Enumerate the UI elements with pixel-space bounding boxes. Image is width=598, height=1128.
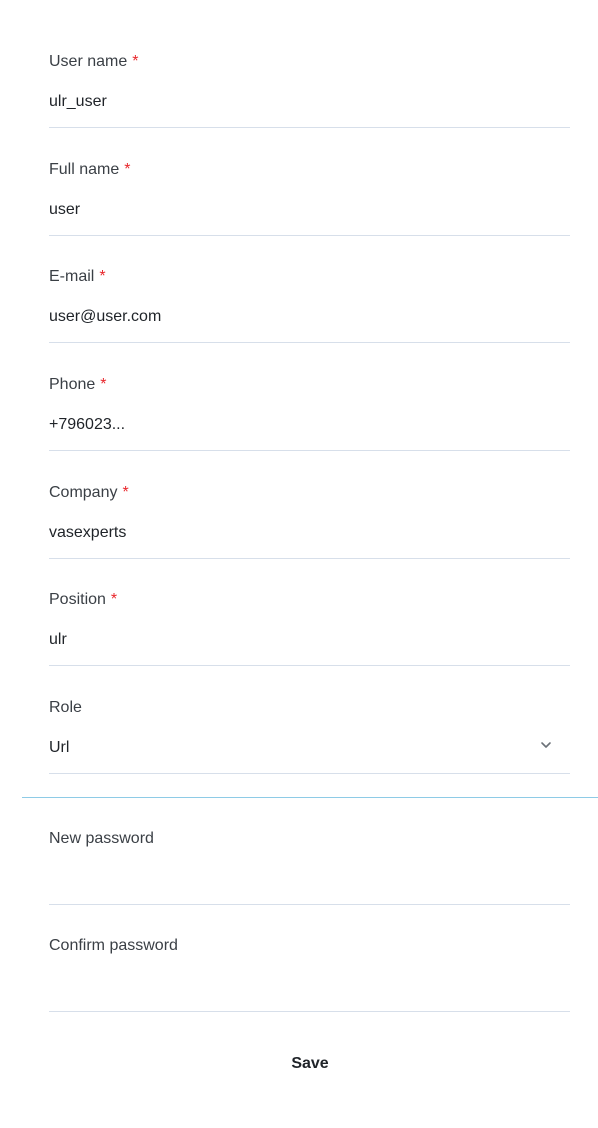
user-name-field[interactable]: User name * ulr_user bbox=[49, 52, 570, 128]
new-password-label: New password bbox=[49, 830, 154, 847]
company-value[interactable]: vasexperts bbox=[49, 523, 126, 543]
required-mark: * bbox=[124, 161, 131, 178]
confirm-password-input[interactable] bbox=[49, 970, 570, 1002]
position-label: Position * bbox=[49, 591, 118, 608]
user-name-value[interactable]: ulr_user bbox=[49, 92, 107, 112]
full-name-field[interactable]: Full name * user bbox=[49, 160, 570, 236]
required-mark: * bbox=[99, 268, 106, 285]
phone-field[interactable]: Phone * +796023... bbox=[49, 375, 570, 451]
confirm-password-field[interactable]: Confirm password bbox=[49, 936, 570, 1012]
new-password-field[interactable]: New password bbox=[49, 829, 570, 905]
phone-value[interactable]: +796023... bbox=[49, 415, 125, 435]
required-mark: * bbox=[122, 484, 129, 501]
user-profile-form: User name * ulr_user Full name * user E-ma… bbox=[0, 0, 598, 1128]
required-mark: * bbox=[100, 376, 107, 393]
required-mark: * bbox=[110, 591, 118, 608]
company-field[interactable]: Company * vasexperts bbox=[49, 483, 570, 559]
role-value[interactable]: Url bbox=[49, 738, 69, 758]
full-name-label: Full name * bbox=[49, 161, 131, 178]
required-mark: * bbox=[132, 53, 139, 70]
company-label: Company * bbox=[49, 484, 129, 501]
email-label: E-mail * bbox=[49, 268, 106, 285]
role-select[interactable]: Role Url bbox=[49, 698, 570, 774]
chevron-down-icon[interactable] bbox=[540, 739, 552, 751]
position-field[interactable]: Position * ulr bbox=[49, 590, 570, 666]
save-button[interactable]: Save bbox=[250, 1047, 370, 1081]
confirm-password-label: Confirm password bbox=[49, 937, 178, 954]
section-divider bbox=[22, 797, 598, 798]
email-value[interactable]: user@user.com bbox=[49, 307, 161, 327]
position-value[interactable]: ulr bbox=[49, 630, 67, 650]
email-field[interactable]: E-mail * user@user.com bbox=[49, 267, 570, 343]
user-name-label: User name * bbox=[49, 53, 139, 70]
new-password-input[interactable] bbox=[49, 863, 570, 895]
phone-label: Phone * bbox=[49, 376, 107, 393]
full-name-value[interactable]: user bbox=[49, 200, 80, 220]
role-label: Role bbox=[49, 699, 82, 716]
